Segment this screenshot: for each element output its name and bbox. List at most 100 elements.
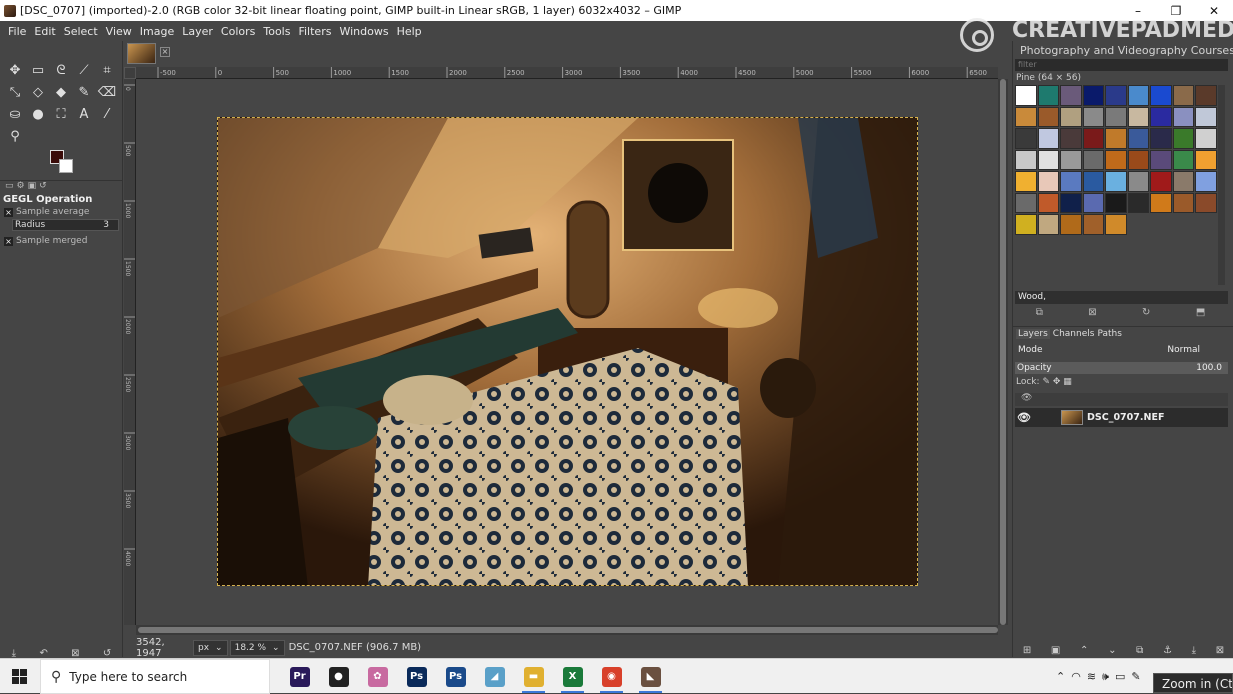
pattern-swatch[interactable] [1082, 128, 1104, 149]
pattern-swatch[interactable] [1105, 214, 1127, 235]
opacity-slider[interactable]: Opacity 100.0 [1015, 362, 1228, 374]
pattern-swatch[interactable] [1037, 171, 1059, 192]
pattern-swatch[interactable] [1060, 85, 1082, 106]
menu-layer[interactable]: Layer [178, 25, 217, 38]
pattern-swatch[interactable] [1172, 106, 1194, 127]
pattern-swatch[interactable] [1060, 192, 1082, 213]
pen-icon[interactable]: ✎ [1131, 670, 1140, 683]
delete-layer-icon[interactable]: ⊠ [1216, 645, 1224, 656]
layer-row[interactable]: 👁 DSC_0707.NEF [1015, 408, 1228, 427]
pattern-swatch[interactable] [1172, 192, 1194, 213]
pattern-swatch[interactable] [1127, 128, 1149, 149]
vertical-scroll-thumb[interactable] [1000, 79, 1006, 625]
lock-pixels-icon[interactable]: ✎ [1042, 377, 1050, 387]
refresh-patterns-icon[interactable]: ↻ [1142, 307, 1150, 318]
menu-edit[interactable]: Edit [30, 25, 59, 38]
fg-bg-colors[interactable] [50, 150, 76, 176]
pattern-swatch[interactable] [1127, 192, 1149, 213]
color-picker-icon[interactable]: ⁄ [96, 105, 118, 123]
pattern-swatch[interactable] [1105, 128, 1127, 149]
radius-value[interactable]: 3 [103, 220, 109, 230]
taskbar-app[interactable]: ✿ [358, 659, 397, 694]
pattern-swatch[interactable] [1037, 214, 1059, 235]
taskbar-app[interactable]: Ps [397, 659, 436, 694]
pattern-swatch[interactable] [1105, 192, 1127, 213]
rect-select-icon[interactable]: ▭ [27, 61, 49, 79]
tab-paths[interactable]: Paths [1097, 329, 1121, 339]
pattern-swatch[interactable] [1082, 85, 1104, 106]
open-pattern-icon[interactable]: ⬒ [1196, 307, 1205, 318]
eye-icon[interactable]: 👁 [1015, 411, 1033, 424]
pattern-swatch[interactable] [1150, 149, 1172, 170]
taskbar-app[interactable]: Ps [436, 659, 475, 694]
pattern-swatch[interactable] [1150, 106, 1172, 127]
menu-tools[interactable]: Tools [259, 25, 294, 38]
pattern-swatch[interactable] [1172, 85, 1194, 106]
sample-merged-checkbox[interactable]: × [4, 236, 13, 246]
horizontal-scroll-thumb[interactable] [138, 627, 998, 633]
pattern-swatch[interactable] [1195, 85, 1217, 106]
pattern-swatch[interactable] [1015, 128, 1037, 149]
pattern-swatch[interactable] [1127, 149, 1149, 170]
taskbar-app[interactable]: Pr [280, 659, 319, 694]
pattern-swatch[interactable] [1015, 149, 1037, 170]
menu-help[interactable]: Help [393, 25, 426, 38]
menu-file[interactable]: File [4, 25, 30, 38]
vertical-ruler[interactable]: 0 500 1000 1500 2000 2500 3000 3500 4000 [124, 79, 136, 625]
tab-channels[interactable]: Channels [1053, 329, 1095, 339]
merge-down-icon[interactable]: ⤓ [1192, 645, 1196, 656]
pattern-swatch[interactable] [1195, 192, 1217, 213]
menu-filters[interactable]: Filters [294, 25, 335, 38]
ruler-corner[interactable] [124, 67, 136, 79]
raise-layer-icon[interactable]: ⌃ [1080, 645, 1088, 656]
pattern-swatch[interactable] [1015, 192, 1037, 213]
image-canvas[interactable] [136, 79, 998, 625]
pattern-swatch[interactable] [1060, 171, 1082, 192]
menu-colors[interactable]: Colors [217, 25, 259, 38]
pattern-swatch[interactable] [1127, 106, 1149, 127]
bucket-fill-icon[interactable]: ◆ [50, 83, 72, 101]
lower-layer-icon[interactable]: ⌄ [1108, 645, 1116, 656]
pattern-swatch[interactable] [1150, 85, 1172, 106]
pattern-swatch[interactable] [1105, 85, 1127, 106]
radius-spinner[interactable]: Radius 3 [12, 219, 119, 231]
pattern-swatch[interactable] [1150, 171, 1172, 192]
duplicate-pattern-icon[interactable]: ⧉ [1036, 307, 1043, 318]
eraser-icon[interactable]: ⌫ [96, 83, 118, 101]
save-preset-icon[interactable]: ⤓ [12, 648, 16, 659]
pattern-swatch[interactable] [1037, 85, 1059, 106]
pattern-swatch[interactable] [1195, 171, 1217, 192]
delete-preset-icon[interactable]: ⊠ [71, 648, 79, 659]
smudge-icon[interactable]: ● [27, 105, 49, 123]
sample-average-row[interactable]: × Sample average [4, 207, 89, 217]
taskbar-app[interactable]: ▬ [514, 659, 553, 694]
pattern-swatch[interactable] [1060, 106, 1082, 127]
move-tool-icon[interactable]: ✥ [4, 61, 26, 79]
anchor-layer-icon[interactable]: ⚓ [1163, 645, 1172, 656]
taskbar-app[interactable]: ◢ [475, 659, 514, 694]
clone-icon[interactable]: ⛀ [4, 105, 26, 123]
paths-icon[interactable]: ⛶ [50, 105, 72, 123]
windows-start-icon[interactable] [12, 669, 28, 685]
pattern-swatch[interactable] [1082, 214, 1104, 235]
warp-icon[interactable]: ◇ [27, 83, 49, 101]
taskbar-app[interactable]: ◉ [592, 659, 631, 694]
bedroom-photo[interactable] [217, 117, 918, 586]
pattern-swatch[interactable] [1127, 85, 1149, 106]
lock-position-icon[interactable]: ✥ [1053, 377, 1061, 387]
pattern-swatch[interactable] [1015, 106, 1037, 127]
pattern-swatch[interactable] [1172, 149, 1194, 170]
pattern-scrollbar[interactable] [1218, 85, 1225, 285]
unified-transform-icon[interactable]: ⤡ [4, 83, 26, 101]
opacity-value[interactable]: 100.0 [1196, 362, 1222, 374]
pattern-swatch[interactable] [1195, 106, 1217, 127]
pattern-swatch[interactable] [1037, 106, 1059, 127]
background-color-swatch[interactable] [59, 159, 73, 173]
menu-windows[interactable]: Windows [335, 25, 392, 38]
taskbar-app[interactable]: X [553, 659, 592, 694]
pattern-swatch[interactable] [1172, 128, 1194, 149]
pattern-swatch[interactable] [1015, 85, 1037, 106]
menu-select[interactable]: Select [60, 25, 102, 38]
horizontal-scrollbar[interactable] [136, 625, 998, 635]
pattern-swatch[interactable] [1172, 171, 1194, 192]
